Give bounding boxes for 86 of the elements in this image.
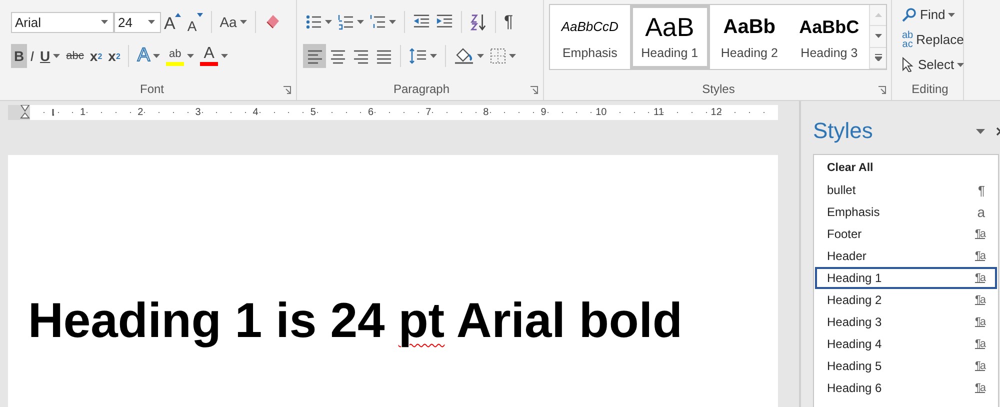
ruler-number: 5	[308, 106, 318, 118]
dialog-launcher-icon	[283, 86, 291, 94]
underline-button[interactable]: U	[37, 44, 64, 68]
down-arrow-icon	[874, 34, 882, 38]
ruler-number: 10	[594, 106, 609, 118]
caret-icon	[976, 128, 985, 134]
shrink-font-button[interactable]: A	[184, 10, 206, 34]
superscript-button[interactable]: x$^{2}$	[105, 44, 124, 68]
show-formatting-marks-button[interactable]: ¶	[501, 10, 516, 34]
indent-marker-icon	[20, 105, 30, 120]
align-justify-icon	[376, 48, 392, 64]
down-arrow-icon	[196, 13, 203, 17]
italic-button[interactable]: I	[27, 44, 38, 68]
align-left-button[interactable]	[303, 44, 326, 68]
multilevel-list-icon	[370, 14, 386, 30]
caret-icon	[325, 20, 332, 24]
align-left-icon	[306, 48, 322, 64]
ruler-number: 8	[481, 106, 491, 118]
caret-icon	[477, 54, 484, 58]
ruler-number: 3	[193, 106, 203, 118]
ruler-number: 6	[366, 106, 376, 118]
more-icon	[874, 54, 882, 62]
style-list-item[interactable]: Heading 6 ¶a	[815, 377, 997, 399]
style-list-item[interactable]: Footer ¶a	[815, 223, 997, 245]
highlight-button[interactable]: ab	[163, 44, 198, 68]
paint-bucket-icon	[454, 47, 474, 65]
change-case-button[interactable]: Aa	[216, 10, 250, 34]
find-button[interactable]: Find	[900, 2, 962, 27]
style-list-item[interactable]: Heading 2 ¶a	[815, 289, 997, 311]
bold-button[interactable]: B	[11, 44, 28, 68]
dialog-launcher-icon	[878, 86, 886, 94]
ruler-number: 9	[538, 106, 548, 118]
style-list-item[interactable]: Heading 3 ¶a	[815, 311, 997, 333]
cursor-arrow-icon	[902, 57, 914, 72]
font-color-button[interactable]: A	[197, 44, 232, 68]
caret-icon	[240, 20, 247, 24]
dialog-launcher-icon	[530, 86, 538, 94]
style-gallery-item[interactable]: AaBb Heading 2	[710, 5, 790, 69]
align-center-icon	[330, 48, 346, 64]
group-label: Styles	[702, 82, 735, 96]
numbered-list-icon	[338, 14, 354, 30]
style-list-item[interactable]: Heading 1 ¶a	[815, 267, 997, 289]
increase-indent-icon	[436, 14, 453, 30]
style-list-item[interactable]: Heading 5 ¶a	[815, 355, 997, 377]
style-list-item[interactable]: Header ¶a	[815, 245, 997, 267]
more-styles-button[interactable]	[870, 48, 886, 69]
grow-font-button[interactable]: A	[161, 10, 184, 34]
select-button[interactable]: Select	[900, 52, 970, 77]
caret-icon	[148, 20, 155, 24]
borders-icon	[490, 48, 506, 64]
group-label: Editing	[912, 82, 948, 96]
group-label: Paragraph	[393, 82, 450, 96]
caret-icon	[221, 54, 228, 58]
group-label: Font	[140, 82, 164, 96]
sort-icon	[470, 13, 487, 31]
caret-icon	[53, 54, 60, 58]
up-arrow-icon	[175, 13, 182, 17]
up-arrow-icon	[874, 13, 882, 18]
caret-icon	[509, 54, 516, 58]
font-name-field[interactable]: Arial	[11, 12, 114, 32]
caret-icon	[948, 12, 956, 16]
style-gallery-item[interactable]: AaBbCcD Emphasis	[550, 5, 630, 69]
caret-icon	[957, 62, 964, 66]
style-gallery-item[interactable]: AaBbC Heading 3	[789, 5, 870, 69]
style-list-item[interactable]: Emphasis a	[815, 201, 997, 223]
caret-icon	[187, 54, 194, 58]
search-icon	[902, 8, 916, 22]
font-size-field[interactable]: 24	[114, 12, 161, 32]
style-gallery-item[interactable]: AaB Heading 1	[630, 5, 710, 69]
caret-icon	[357, 20, 364, 24]
strikethrough-button[interactable]: abc	[63, 44, 87, 68]
bullet-list-icon	[306, 14, 322, 30]
style-list-item[interactable]: Heading 4 ¶a	[815, 333, 997, 355]
style-list-item[interactable]: bullet ¶	[815, 179, 997, 201]
decrease-indent-icon	[413, 14, 430, 30]
heading-text: Heading 1 is 24 pt Arial bold	[28, 295, 684, 347]
align-right-icon	[352, 48, 368, 64]
eraser-icon	[264, 14, 280, 30]
caret-icon	[153, 54, 160, 58]
caret-icon	[101, 20, 108, 24]
pane-title: Styles	[813, 118, 874, 144]
style-list-item[interactable]: Clear All	[815, 157, 997, 179]
caret-icon	[430, 54, 437, 58]
scroll-down-button[interactable]	[870, 26, 886, 48]
line-spacing-icon	[409, 48, 427, 64]
caret-icon	[389, 20, 396, 24]
